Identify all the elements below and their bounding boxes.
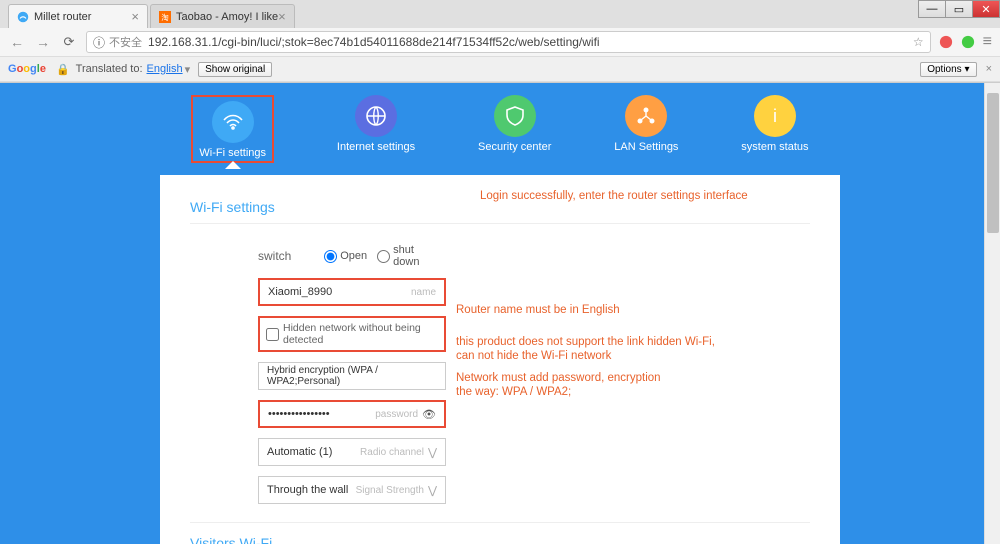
- radio-input[interactable]: [324, 250, 337, 263]
- annotation-login: Login successfully, enter the router set…: [480, 189, 748, 203]
- wifi-form: switch Open shut down Xiaomi_8990 name H…: [258, 244, 448, 504]
- nav-security-center[interactable]: Security center: [478, 95, 551, 169]
- translate-bar: Google 🔒 Translated to: English ▾ Show o…: [0, 56, 1000, 82]
- svg-text:i: i: [773, 106, 777, 126]
- security-warning: 不安全: [109, 34, 142, 50]
- name-hint: name: [411, 287, 436, 298]
- tab-active[interactable]: Millet router ×: [8, 4, 148, 28]
- signal-hint: Signal Strength: [356, 485, 424, 496]
- annotation-name: Router name must be in English: [456, 303, 620, 317]
- nav-internet-settings[interactable]: Internet settings: [337, 95, 415, 169]
- password-field[interactable]: •••••••••••••••• password 👁: [258, 400, 446, 428]
- taobao-favicon: 淘: [159, 11, 171, 23]
- translated-label: Translated to:: [76, 63, 143, 75]
- encryption-field[interactable]: Hybrid encryption (WPA / WPA2;Personal): [258, 362, 446, 390]
- lock-icon: 🔒: [56, 63, 70, 76]
- browser-chrome: Millet router × 淘 Taobao - Amoy! I like …: [0, 0, 1000, 83]
- maximize-button[interactable]: ▭: [945, 0, 973, 18]
- chevron-down-icon: ⋁: [428, 484, 437, 497]
- show-original-button[interactable]: Show original: [198, 62, 272, 77]
- hidden-checkbox[interactable]: [266, 328, 279, 341]
- radio-open[interactable]: Open: [324, 250, 367, 263]
- name-value: Xiaomi_8990: [268, 286, 411, 298]
- top-nav: Wi-Fi settings Internet settings Securit…: [0, 83, 1000, 175]
- hidden-label: Hidden network without being detected: [283, 322, 438, 346]
- tab-title: Millet router: [34, 11, 91, 23]
- nav-label: Security center: [478, 141, 551, 153]
- signal-value: Through the wall: [267, 484, 356, 496]
- close-icon[interactable]: ×: [986, 63, 992, 75]
- close-icon[interactable]: ×: [278, 9, 286, 24]
- google-logo: Google: [8, 63, 46, 75]
- scroll-thumb[interactable]: [987, 93, 999, 233]
- chevron-down-icon[interactable]: ▾: [185, 63, 191, 76]
- page-viewport: Wi-Fi settings Internet settings Securit…: [0, 83, 1000, 544]
- back-button[interactable]: ←: [8, 33, 26, 51]
- radio-shutdown[interactable]: shut down: [377, 244, 438, 268]
- close-icon[interactable]: ×: [131, 9, 139, 24]
- network-icon: [625, 95, 667, 137]
- extension-icon[interactable]: [939, 35, 953, 49]
- window-controls: — ▭ ✕: [919, 0, 1000, 18]
- extension-icons: ≡: [939, 33, 992, 51]
- radio-value: Automatic (1): [267, 446, 360, 458]
- chevron-down-icon: ⋁: [428, 446, 437, 459]
- annotation-password: Network must add password, encryption th…: [456, 371, 676, 400]
- nav-system-status[interactable]: i system status: [741, 95, 808, 169]
- password-hint: password: [375, 409, 418, 420]
- info-icon: ⓘ: [93, 34, 105, 51]
- options-button[interactable]: Options ▾: [920, 62, 976, 77]
- annotation-hidden: this product does not support the link h…: [456, 335, 716, 364]
- menu-icon[interactable]: ≡: [983, 33, 992, 51]
- language-link[interactable]: English: [147, 63, 183, 75]
- globe-icon: [355, 95, 397, 137]
- nav-label: LAN Settings: [614, 141, 678, 153]
- address-bar: ← → ⟳ ⓘ 不安全 192.168.31.1/cgi-bin/luci/;s…: [0, 28, 1000, 56]
- switch-row: switch Open shut down: [258, 244, 448, 268]
- shield-icon: [494, 95, 536, 137]
- name-field[interactable]: Xiaomi_8990 name: [258, 278, 446, 306]
- eye-icon[interactable]: 👁: [422, 408, 436, 421]
- divider: [190, 223, 810, 224]
- reload-button[interactable]: ⟳: [60, 33, 78, 51]
- nav-label: Internet settings: [337, 141, 415, 153]
- nav-label: Wi-Fi settings: [199, 147, 266, 159]
- minimize-button[interactable]: —: [918, 0, 946, 18]
- tab-bar: Millet router × 淘 Taobao - Amoy! I like …: [0, 0, 1000, 28]
- url-text: 192.168.31.1/cgi-bin/luci/;stok=8ec74b1d…: [148, 35, 600, 49]
- switch-label: switch: [258, 249, 324, 263]
- highlight-box: Wi-Fi settings: [191, 95, 274, 163]
- router-favicon: [17, 11, 29, 23]
- close-button[interactable]: ✕: [972, 0, 1000, 18]
- signal-field[interactable]: Through the wall Signal Strength ⋁: [258, 476, 446, 504]
- settings-panel: Login successfully, enter the router set…: [160, 175, 840, 544]
- encryption-value: Hybrid encryption (WPA / WPA2;Personal): [267, 365, 437, 387]
- radio-channel-field[interactable]: Automatic (1) Radio channel ⋁: [258, 438, 446, 466]
- radio-input[interactable]: [377, 250, 390, 263]
- nav-label: system status: [741, 141, 808, 153]
- nav-wifi-settings[interactable]: Wi-Fi settings: [199, 101, 266, 159]
- divider: [190, 522, 810, 523]
- extension-icon[interactable]: [961, 35, 975, 49]
- bookmark-icon[interactable]: ☆: [913, 35, 924, 49]
- nav-wrapper: Wi-Fi settings: [191, 95, 274, 169]
- password-value: ••••••••••••••••: [268, 408, 375, 420]
- info-icon: i: [754, 95, 796, 137]
- scrollbar[interactable]: [984, 83, 1000, 544]
- url-input[interactable]: ⓘ 不安全 192.168.31.1/cgi-bin/luci/;stok=8e…: [86, 31, 931, 53]
- nav-pointer: [225, 161, 241, 169]
- forward-button[interactable]: →: [34, 33, 52, 51]
- hidden-checkbox-row[interactable]: Hidden network without being detected: [258, 316, 446, 352]
- svg-text:淘: 淘: [161, 12, 169, 22]
- tab-title: Taobao - Amoy! I like: [176, 11, 278, 23]
- nav-lan-settings[interactable]: LAN Settings: [614, 95, 678, 169]
- radio-hint: Radio channel: [360, 447, 424, 458]
- wifi-icon: [212, 101, 254, 143]
- tab-inactive[interactable]: 淘 Taobao - Amoy! I like ×: [150, 4, 295, 28]
